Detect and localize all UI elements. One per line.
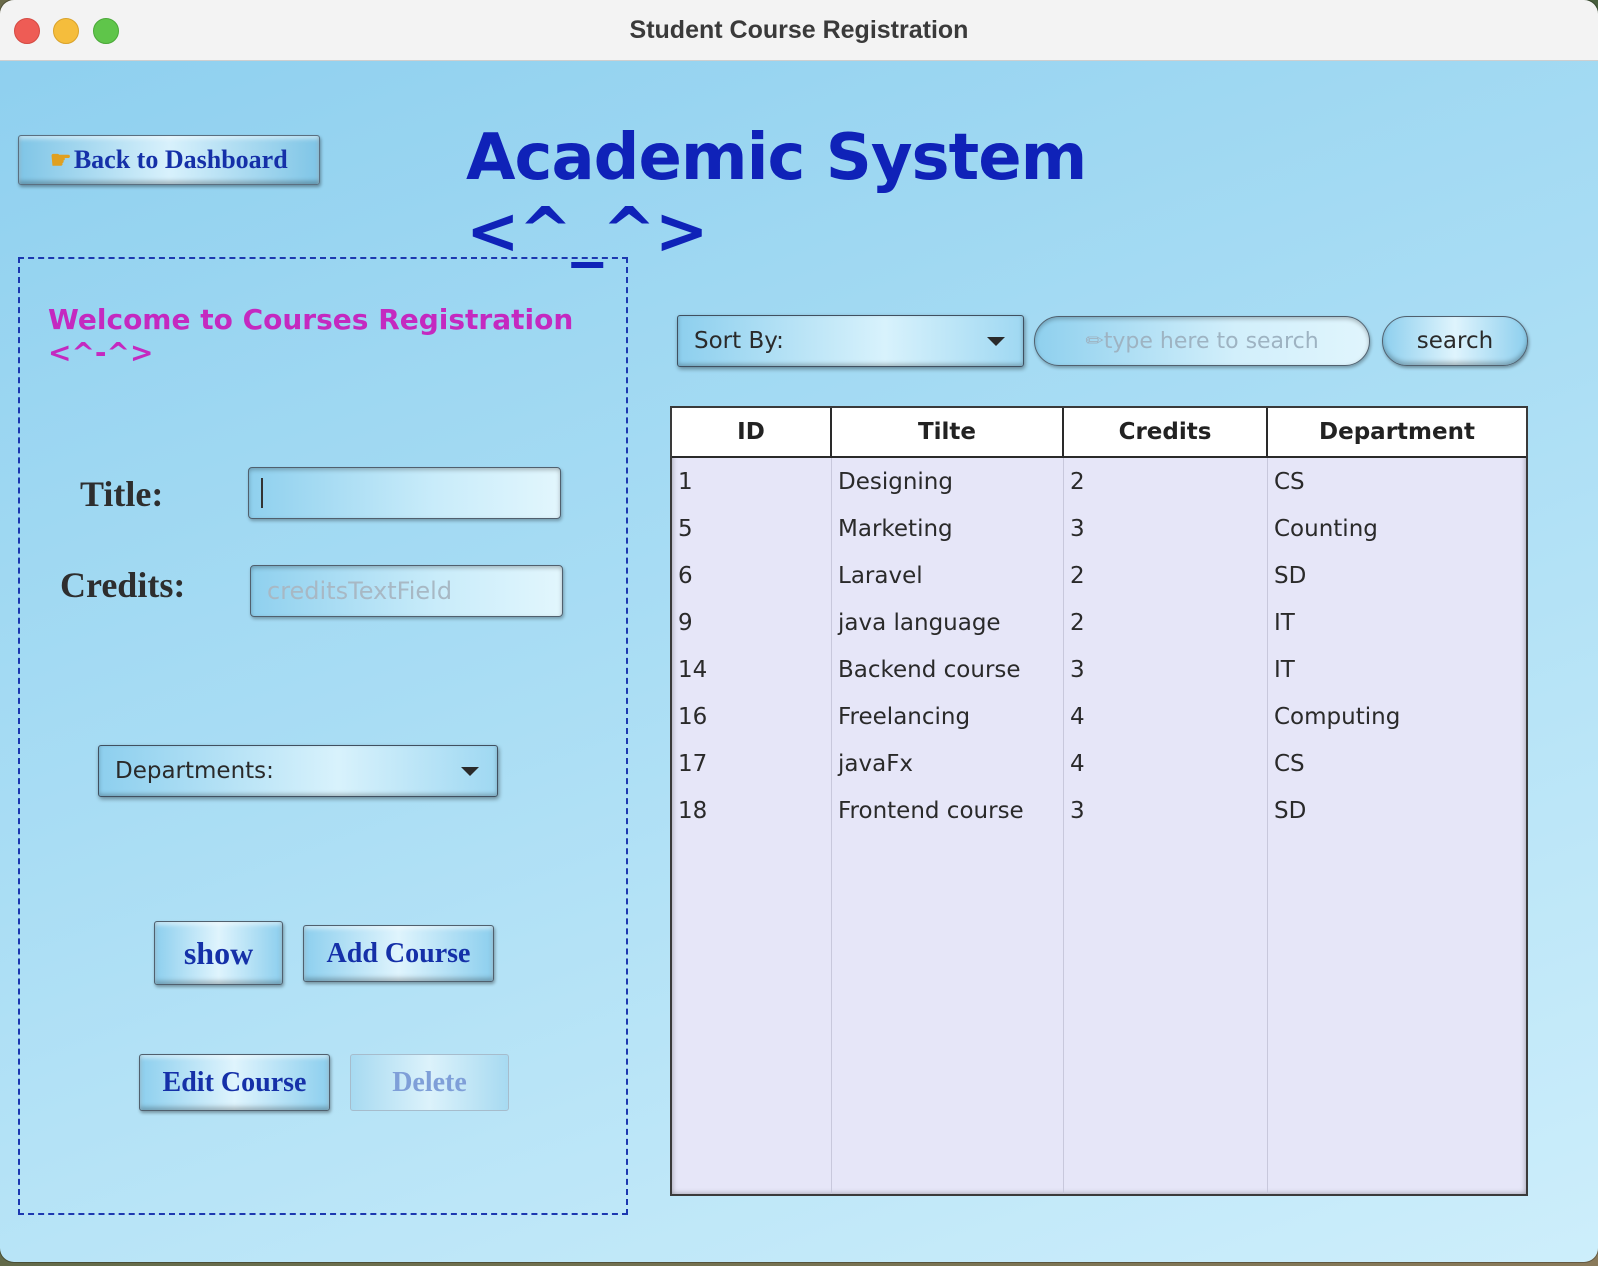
table-row[interactable]: 9 java language 2 IT <box>672 599 1526 646</box>
column-header-department[interactable]: Department <box>1268 408 1526 456</box>
credits-label: Credits: <box>60 565 186 605</box>
sort-by-dropdown[interactable]: Sort By: <box>677 315 1024 367</box>
column-header-credits[interactable]: Credits <box>1064 408 1268 456</box>
column-header-title[interactable]: Tilte <box>832 408 1064 456</box>
cell-id: 18 <box>678 797 708 824</box>
cell-id: 1 <box>678 468 693 495</box>
cell-department: Counting <box>1274 515 1378 542</box>
cell-department: Computing <box>1274 703 1401 730</box>
cell-department: CS <box>1274 750 1305 777</box>
app-window: Student Course Registration ☚ Back to Da… <box>0 0 1598 1262</box>
cell-department: CS <box>1274 468 1305 495</box>
add-course-button[interactable]: Add Course <box>303 925 494 982</box>
back-button-label: Back to Dashboard <box>73 145 288 174</box>
cell-credits: 3 <box>1070 515 1085 542</box>
cell-title: Laravel <box>838 562 923 589</box>
table-row[interactable]: 5 Marketing 3 Counting <box>672 505 1526 552</box>
cell-title: Frontend course <box>838 797 1024 824</box>
cell-credits: 3 <box>1070 797 1085 824</box>
table-row[interactable]: 14 Backend course 3 IT <box>672 646 1526 693</box>
cell-id: 16 <box>678 703 708 730</box>
cell-department: SD <box>1274 797 1307 824</box>
cell-credits: 3 <box>1070 656 1085 683</box>
cell-title: Freelancing <box>838 703 971 730</box>
search-button[interactable]: search <box>1382 316 1528 366</box>
chevron-down-icon <box>461 767 479 776</box>
window-title: Student Course Registration <box>629 16 969 44</box>
chevron-down-icon <box>987 337 1005 346</box>
table-row[interactable]: 17 javaFx 4 CS <box>672 740 1526 787</box>
cell-credits: 2 <box>1070 468 1085 495</box>
table-header: ID Tilte Credits Department <box>672 408 1526 458</box>
credits-placeholder: creditsTextField <box>267 577 453 605</box>
title-input[interactable] <box>248 467 561 519</box>
table-row[interactable]: 18 Frontend course 3 SD <box>672 787 1526 834</box>
cell-department: IT <box>1274 609 1295 636</box>
cell-department: SD <box>1274 562 1307 589</box>
cell-credits: 2 <box>1070 562 1085 589</box>
title-label: Title: <box>80 474 164 514</box>
delete-button[interactable]: Delete <box>350 1054 509 1111</box>
column-header-id[interactable]: ID <box>672 408 832 456</box>
cell-credits: 4 <box>1070 750 1085 777</box>
cell-title: Marketing <box>838 515 953 542</box>
courses-table[interactable]: ID Tilte Credits Department 1 Designing … <box>670 406 1528 1196</box>
sort-by-label: Sort By: <box>694 328 784 354</box>
app-title: Academic System <^_^> <box>466 121 1087 269</box>
cell-id: 14 <box>678 656 708 683</box>
departments-dropdown[interactable]: Departments: <box>98 745 498 797</box>
welcome-heading: Welcome to Courses Registration <^-^> <box>48 303 574 369</box>
table-row[interactable]: 1 Designing 2 CS <box>672 458 1526 505</box>
cell-id: 17 <box>678 750 708 777</box>
back-to-dashboard-button[interactable]: ☚ Back to Dashboard <box>18 135 320 185</box>
cell-title: java language <box>838 609 1001 636</box>
cell-credits: 4 <box>1070 703 1085 730</box>
cell-id: 9 <box>678 609 693 636</box>
table-row[interactable]: 6 Laravel 2 SD <box>672 552 1526 599</box>
show-button[interactable]: show <box>154 921 283 985</box>
cell-title: javaFx <box>838 750 914 777</box>
credits-input[interactable]: creditsTextField <box>250 565 563 617</box>
cell-title: Designing <box>838 468 953 495</box>
cell-department: IT <box>1274 656 1295 683</box>
cell-credits: 2 <box>1070 609 1085 636</box>
search-input[interactable]: ✏type here to search <box>1034 316 1370 366</box>
edit-course-button[interactable]: Edit Course <box>139 1054 330 1111</box>
pointing-hand-icon: ☚ <box>50 147 72 174</box>
title-bar: Student Course Registration <box>0 0 1598 61</box>
departments-dropdown-label: Departments: <box>115 758 274 784</box>
cell-id: 6 <box>678 562 693 589</box>
text-caret <box>261 478 263 508</box>
cell-id: 5 <box>678 515 693 542</box>
search-placeholder: ✏type here to search <box>1085 328 1319 354</box>
cell-title: Backend course <box>838 656 1021 683</box>
table-row[interactable]: 16 Freelancing 4 Computing <box>672 693 1526 740</box>
